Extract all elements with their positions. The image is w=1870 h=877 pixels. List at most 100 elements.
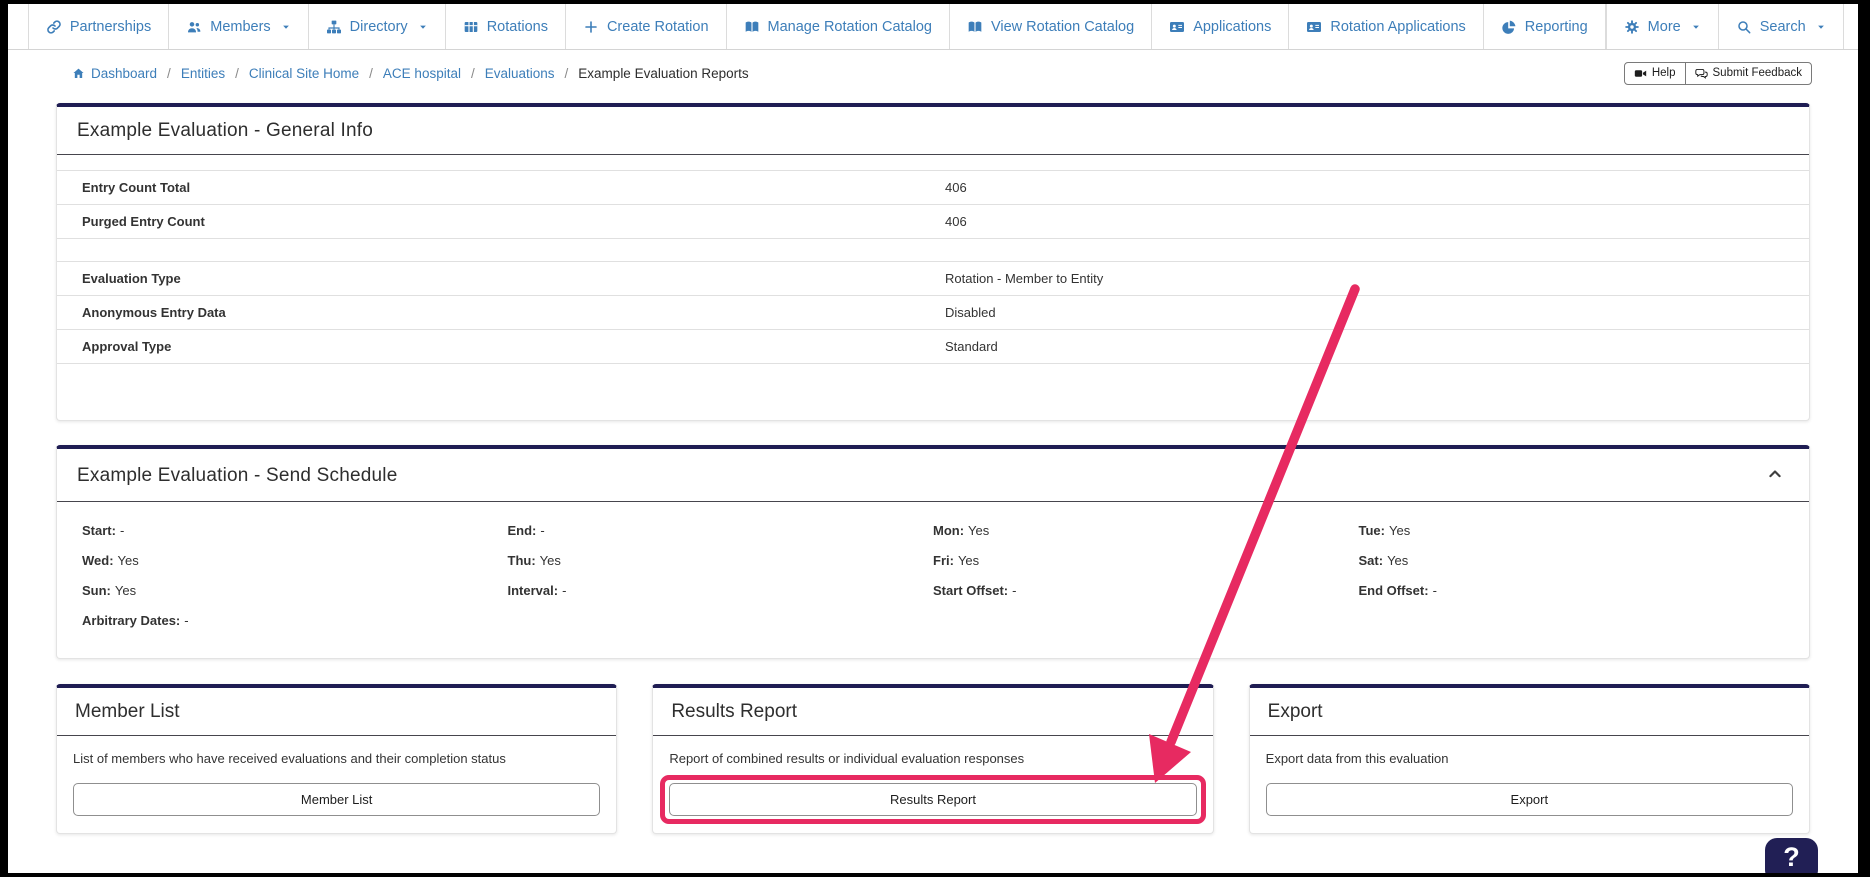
breadcrumb-entities[interactable]: Entities (181, 66, 225, 81)
row-label: Purged Entry Count (82, 214, 205, 229)
book-icon (968, 21, 982, 32)
panel-title: Example Evaluation - General Info (77, 120, 373, 141)
id-card-icon (1170, 21, 1185, 32)
member-list-button[interactable]: Member List (73, 783, 601, 816)
row-value: Disabled (945, 305, 996, 320)
main-content: Example Evaluation - General Info Entry … (8, 96, 1858, 834)
link-icon (47, 19, 61, 34)
panel-title: Example Evaluation - Send Schedule (77, 464, 398, 486)
schedule-field-interval: Interval: - (507, 583, 567, 598)
schedule-field-tue: Tue: Yes (1358, 523, 1411, 538)
nav-item-label: Members (210, 18, 271, 35)
breadcrumb-dashboard[interactable]: Dashboard (72, 66, 157, 81)
schedule-field-fri: Fri: Yes (933, 553, 980, 568)
table-icon (464, 21, 478, 32)
table-row: Entry Count Total 406 (57, 170, 1809, 204)
chevron-down-icon (1692, 25, 1699, 29)
card-description: List of members who have received evalua… (73, 751, 506, 766)
submit-feedback-button[interactable]: Submit Feedback (1684, 61, 1812, 85)
results-report-card: Results Report Report of combined result… (652, 684, 1214, 834)
card-title: Results Report (671, 701, 797, 722)
help-widget-button[interactable]: ? (1765, 838, 1818, 873)
nav-item-rotation-applications[interactable]: Rotation Applications (1288, 4, 1482, 49)
page: Partnerships Members Directory Rotations… (8, 4, 1858, 873)
breadcrumb-separator: / (167, 65, 171, 81)
nav-item-view-rotation-catalog[interactable]: View Rotation Catalog (948, 4, 1151, 49)
breadcrumb-evaluations[interactable]: Evaluations (485, 66, 555, 81)
collapse-panel-button[interactable] (1761, 462, 1789, 489)
header-action-group: Help Submit Feedback (1623, 61, 1812, 85)
nav-item-directory[interactable]: Directory (307, 4, 445, 49)
send-schedule-grid: Start: - End: - Mon: Yes Tue: Yes Wed: Yes Th… (57, 502, 1809, 658)
results-report-button[interactable]: Results Report (669, 783, 1197, 816)
nav-item-applications[interactable]: Applications (1151, 4, 1288, 49)
row-label: Anonymous Entry Data (82, 305, 226, 320)
comments-icon (1694, 68, 1708, 79)
video-icon (1634, 69, 1647, 77)
id-card-icon (1307, 21, 1322, 32)
row-label: Entry Count Total (82, 180, 191, 195)
export-card: Export Export data from this evaluation … (1248, 684, 1810, 834)
card-title: Export (1267, 701, 1323, 722)
export-button[interactable]: Export (1265, 783, 1793, 816)
schedule-field-start-offset: Start Offset: - (933, 583, 1017, 598)
schedule-field-end-offset: End Offset: - (1358, 583, 1437, 598)
schedule-field-sun: Sun: Yes (82, 583, 137, 598)
general-info-header: Example Evaluation - General Info (57, 107, 1809, 155)
help-button[interactable]: Help (1623, 61, 1686, 85)
nav-item-rotations[interactable]: Rotations (444, 4, 565, 49)
general-info-panel: Example Evaluation - General Info Entry … (56, 103, 1810, 421)
nav-item-partnerships[interactable]: Partnerships (27, 4, 168, 49)
row-label: Evaluation Type (82, 271, 181, 286)
card-header: Member List (57, 688, 617, 736)
nav-leading-space (8, 4, 28, 49)
panel-bottom-padding (57, 364, 1809, 420)
row-value: 406 (945, 180, 967, 195)
schedule-field-end: End: - (507, 523, 545, 538)
general-info-table-counts: Entry Count Total 406 Purged Entry Count… (57, 170, 1809, 239)
plus-icon (585, 20, 597, 33)
breadcrumb-clinical-site-home[interactable]: Clinical Site Home (249, 66, 359, 81)
nav-item-create-rotation[interactable]: Create Rotation (564, 4, 726, 49)
breadcrumb-ace-hospital[interactable]: ACE hospital (383, 66, 461, 81)
breadcrumb-separator: / (564, 65, 569, 81)
chevron-up-icon (1769, 470, 1781, 478)
pie-chart-icon (1502, 20, 1516, 34)
home-icon (73, 68, 84, 78)
screenshot-frame: Partnerships Members Directory Rotations… (0, 0, 1870, 877)
table-row: Approval Type Standard (57, 329, 1809, 364)
nav-item-label: Create Rotation (606, 18, 709, 35)
schedule-field-thu: Thu: Yes (507, 553, 561, 568)
nav-item-label: Manage Rotation Catalog (767, 18, 932, 35)
nav-item-label: Search (1759, 18, 1806, 35)
schedule-field-wed: Wed: Yes (82, 553, 139, 568)
schedule-field-sat: Sat: Yes (1358, 553, 1409, 568)
card-body: Report of combined results or individual… (653, 736, 1212, 833)
nav-item-reporting[interactable]: Reporting (1482, 4, 1605, 49)
nav-trailing-space (1844, 4, 1858, 49)
question-mark-icon: ? (1783, 842, 1800, 872)
nav-item-label: More (1647, 18, 1681, 35)
breadcrumb-bar: Dashboard / Entities / Clinical Site Hom… (8, 50, 1858, 96)
nav-item-label: Rotation Applications (1330, 18, 1466, 35)
table-row: Anonymous Entry Data Disabled (57, 295, 1809, 329)
row-value: Rotation - Member to Entity (945, 271, 1104, 286)
top-nav: Partnerships Members Directory Rotations… (8, 4, 1858, 50)
nav-item-more[interactable]: More (1605, 4, 1718, 49)
nav-item-label: Directory (349, 18, 408, 35)
card-header: Export (1249, 688, 1809, 736)
send-schedule-panel: Example Evaluation - Send Schedule Start… (56, 445, 1810, 659)
breadcrumb-separator: / (235, 65, 239, 81)
schedule-field-start: Start: - (82, 523, 125, 538)
search-icon (1737, 20, 1751, 33)
nav-item-manage-rotation-catalog[interactable]: Manage Rotation Catalog (725, 4, 949, 49)
card-body: Export data from this evaluation Export (1250, 736, 1809, 833)
breadcrumb-separator: / (369, 65, 373, 81)
nav-item-label: Reporting (1524, 18, 1588, 35)
nav-item-search[interactable]: Search (1717, 4, 1844, 49)
nav-item-members[interactable]: Members (168, 4, 307, 49)
chevron-down-icon (419, 25, 426, 29)
member-list-card: Member List List of members who have rec… (56, 684, 618, 834)
breadcrumb-current-page: Example Evaluation Reports (578, 65, 749, 81)
table-row: Purged Entry Count 406 (57, 204, 1809, 239)
